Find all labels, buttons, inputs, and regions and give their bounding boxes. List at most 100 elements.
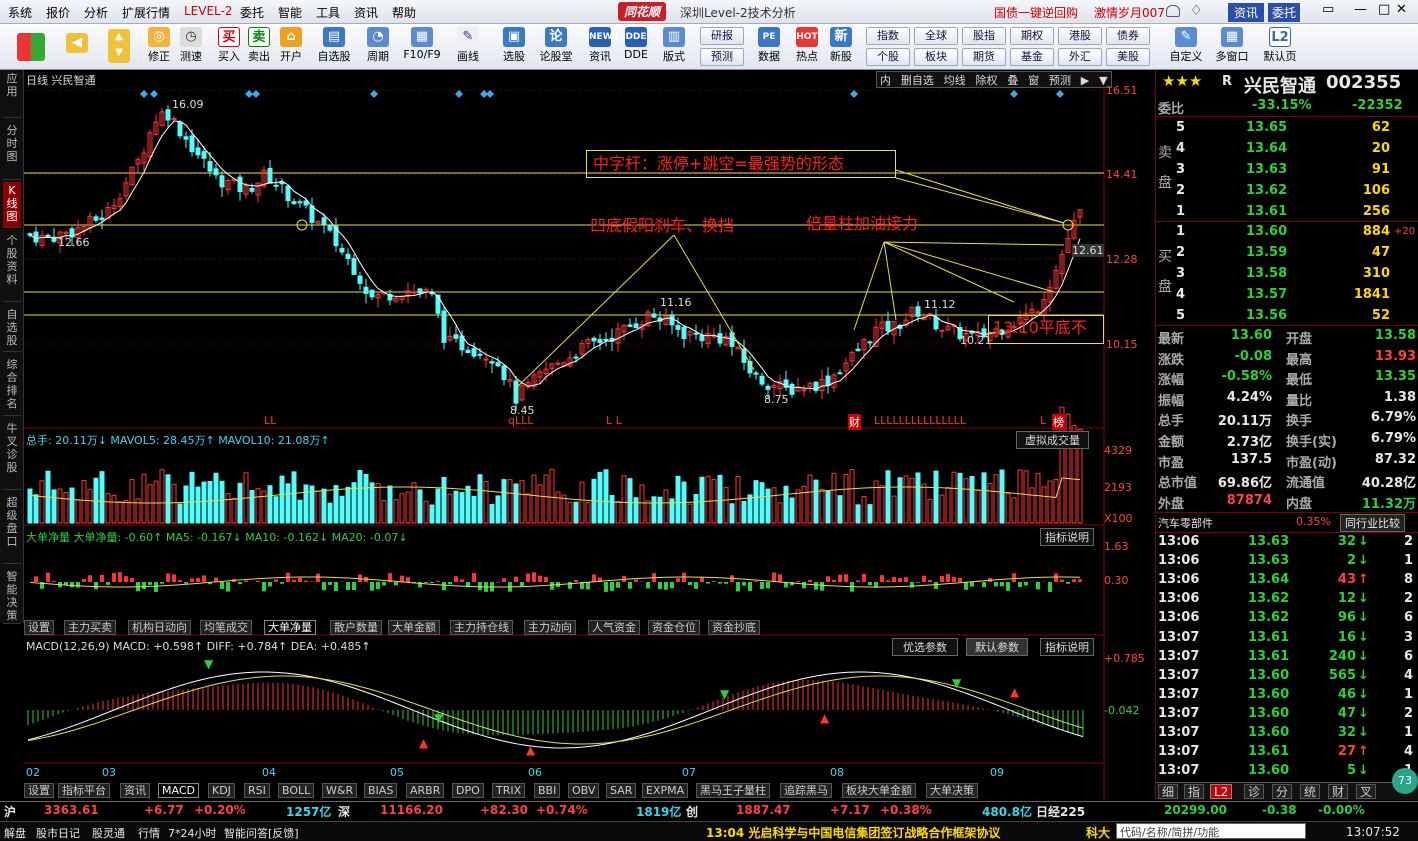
- updown-arrow-icon[interactable]: ▲ ▼: [106, 28, 132, 70]
- tab-trix[interactable]: TRIX: [492, 783, 526, 798]
- f10-tool[interactable]: ▦ F10/F9: [402, 26, 442, 68]
- buy-tool[interactable]: 买买入: [214, 26, 244, 68]
- tab-l2[interactable]: L2: [1210, 784, 1233, 799]
- tab-index[interactable]: 指: [1184, 784, 1205, 799]
- menu-smart[interactable]: 智能: [278, 4, 302, 21]
- index-ticker[interactable]: 沪 3363.61 +6.77 +0.20% 1257亿 深 11166.20 …: [0, 802, 1418, 820]
- tab-kdj[interactable]: KDJ: [208, 783, 235, 798]
- tab-main-trade[interactable]: 主力买卖: [64, 620, 116, 635]
- tab-track-horse[interactable]: 追踪黑马: [780, 783, 832, 798]
- nav-watchlist[interactable]: 自选股: [3, 306, 21, 352]
- tab-bbi[interactable]: BBI: [534, 783, 561, 798]
- code-search-input[interactable]: 代码/名称/简拼/功能: [1116, 823, 1306, 839]
- hotspot-tool[interactable]: HOT 热点: [790, 26, 824, 68]
- options-button[interactable]: 期权: [1010, 27, 1054, 45]
- nav-kline[interactable]: K线图: [3, 182, 21, 228]
- stock-index-button[interactable]: 股指: [962, 27, 1006, 45]
- bottom-lingtong[interactable]: 股灵通: [92, 825, 125, 841]
- back-arrow-icon[interactable]: ◀: [62, 32, 92, 74]
- tab-black-horse[interactable]: 黑马王子量柱: [696, 783, 770, 798]
- tab-macd[interactable]: MACD: [158, 783, 199, 798]
- option-forecast[interactable]: 预测: [1046, 74, 1074, 87]
- bottom-724[interactable]: 7*24小时: [168, 825, 217, 841]
- sell-level-row[interactable]: 3 13.63 91: [1156, 160, 1418, 181]
- user-icon[interactable]: [1166, 5, 1180, 17]
- sell-level-row[interactable]: 1 13.61 256: [1156, 202, 1418, 223]
- sell-tool[interactable]: 卖卖出: [244, 26, 274, 68]
- menu-analysis[interactable]: 分析: [84, 4, 108, 21]
- dde-tool[interactable]: DDE DDE: [620, 26, 652, 68]
- option-inner[interactable]: 内: [877, 74, 894, 87]
- menu-quote[interactable]: 报价: [46, 4, 70, 21]
- buy-level-row[interactable]: 1 13.60 884 +20: [1156, 222, 1418, 243]
- research-button[interactable]: 研报: [700, 27, 744, 45]
- tab-macd-settings[interactable]: 设置: [24, 783, 54, 798]
- correct-tool[interactable]: ◎ 修正: [144, 26, 174, 68]
- buy-level-row[interactable]: 5 13.56 52: [1156, 306, 1418, 327]
- stock-button[interactable]: 个股: [866, 48, 910, 66]
- multi-window-tool[interactable]: ▦ 多窗口: [1212, 26, 1252, 68]
- tab-popularity[interactable]: 人气资金: [588, 620, 640, 635]
- option-ma[interactable]: 均线: [941, 74, 969, 87]
- nav-apps[interactable]: 应用: [3, 70, 21, 118]
- tab-bias[interactable]: BIAS: [364, 783, 398, 798]
- tab-sector-bigorder[interactable]: 板块大单金额: [842, 783, 916, 798]
- buy-level-row[interactable]: 3 13.58 310: [1156, 264, 1418, 285]
- macd-default-button[interactable]: 默认参数: [966, 638, 1028, 656]
- tab-arbr[interactable]: ARBR: [406, 783, 445, 798]
- minimize-icon[interactable]: —: [1354, 2, 1367, 17]
- sector-button[interactable]: 板块: [914, 48, 958, 66]
- nav-ranking[interactable]: 综合排名: [3, 356, 21, 416]
- layout-style-tool[interactable]: ▥ 版式: [656, 26, 692, 68]
- index-button[interactable]: 指数: [866, 27, 910, 45]
- option-overlay[interactable]: 叠: [1004, 74, 1021, 87]
- open-account-tool[interactable]: ⌂ 开户: [276, 26, 306, 68]
- buy-level-row[interactable]: 2 13.59 47: [1156, 243, 1418, 264]
- tab-inst-trend[interactable]: 机构日动向: [128, 620, 191, 635]
- notification-badge[interactable]: 73: [1392, 768, 1418, 794]
- bottom-market-review[interactable]: 解盘: [4, 825, 26, 841]
- global-button[interactable]: 全球: [914, 27, 958, 45]
- tab-expma[interactable]: EXPMA: [642, 783, 689, 798]
- menu-news[interactable]: 资讯: [354, 4, 378, 21]
- tab-bigorder-amount[interactable]: 大单金额: [388, 620, 440, 635]
- news-tool[interactable]: NEWS 资讯: [584, 26, 619, 68]
- speedtest-tool[interactable]: ◷ 测速: [176, 26, 206, 68]
- watchlist-tool[interactable]: ▤ 自选股: [316, 26, 352, 68]
- tab-stat[interactable]: 统: [1300, 784, 1321, 799]
- industry-compare-button[interactable]: 同行业比较: [1340, 514, 1405, 532]
- draw-line-tool[interactable]: ✎ 画线: [450, 26, 486, 68]
- layout-icon[interactable]: [16, 32, 46, 74]
- tab-rsi[interactable]: RSI: [244, 783, 270, 798]
- option-exright[interactable]: 除权: [972, 74, 1000, 87]
- stock-picker-tool[interactable]: ▣ 选股: [496, 26, 532, 68]
- menu-entrust[interactable]: 委托: [240, 4, 264, 21]
- sell-level-row[interactable]: 5 13.65 62: [1156, 118, 1418, 139]
- fund-button[interactable]: 基金: [1010, 48, 1054, 66]
- menu-tools[interactable]: 工具: [316, 4, 340, 21]
- bottom-diary[interactable]: 股市日记: [36, 825, 80, 841]
- bottom-qa[interactable]: 智能问答[反馈]: [224, 825, 299, 841]
- chart-area[interactable]: ▼ ▼ ▲ ▲ ▼ ▲ ▼ ▲ 日线 兴民智通 内 删自选 均线 除权 叠 窗 预测 ▶ ▼ …: [24, 70, 1145, 800]
- bond-button[interactable]: 债券: [1106, 27, 1150, 45]
- tab-sar[interactable]: SAR: [606, 783, 637, 798]
- tab-finance[interactable]: 财: [1328, 784, 1349, 799]
- maximize-icon[interactable]: □: [1378, 2, 1390, 17]
- tab-detail[interactable]: 细: [1158, 784, 1179, 799]
- forex-button[interactable]: 外汇: [1058, 48, 1102, 66]
- tab-cross[interactable]: 叉: [1356, 784, 1377, 799]
- menu-help[interactable]: 帮助: [392, 4, 416, 21]
- option-arrow-icon[interactable]: ▶: [1078, 74, 1092, 87]
- buy-level-row[interactable]: 4 13.57 1841: [1156, 285, 1418, 306]
- tab-main-position[interactable]: 主力持仓线: [450, 620, 513, 635]
- tab-retail[interactable]: 散户数量: [330, 620, 382, 635]
- futures-button[interactable]: 期货: [962, 48, 1006, 66]
- tab-info[interactable]: 资讯: [120, 783, 150, 798]
- tab-indicator-platform[interactable]: 指标平台: [58, 783, 110, 798]
- shirt-icon[interactable]: ♢: [1190, 3, 1203, 19]
- tab-avg-deal[interactable]: 均笔成交: [200, 620, 252, 635]
- ipo-tool[interactable]: 新新股: [826, 26, 856, 68]
- tab-fenshi[interactable]: 分: [1272, 784, 1293, 799]
- menu-level2[interactable]: LEVEL-2: [184, 4, 233, 18]
- industry-name[interactable]: 汽车零部件: [1158, 515, 1213, 531]
